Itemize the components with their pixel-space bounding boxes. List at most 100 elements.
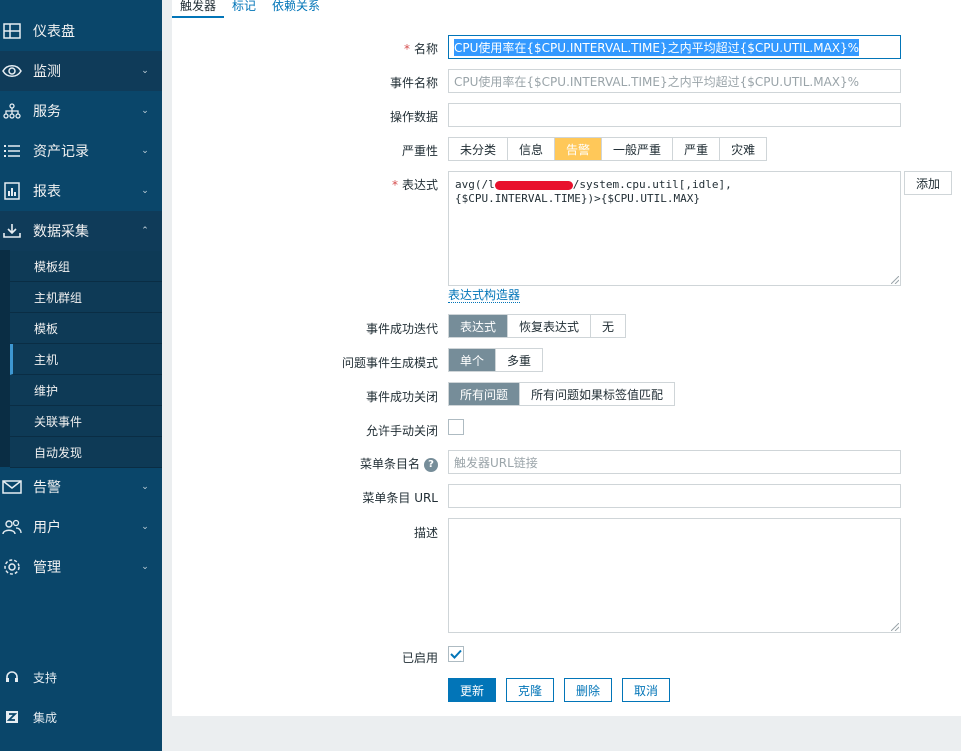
cancel-button[interactable]: 取消 xyxy=(622,678,670,702)
nav-alerts-label: 告警 xyxy=(33,480,61,496)
name-input[interactable]: CPU使用率在{$CPU.INTERVAL.TIME}之内平均超过{$CPU.U… xyxy=(448,35,901,59)
chevron-down-icon: ⌄ xyxy=(141,106,149,116)
submenu-template-groups[interactable]: 模板组 xyxy=(10,251,162,282)
clone-button[interactable]: 克隆 xyxy=(506,678,554,702)
eye-icon xyxy=(0,59,24,83)
operational-data-input[interactable] xyxy=(448,103,901,127)
problem-mode-label: 问题事件生成模式 xyxy=(341,356,438,370)
nav-administration[interactable]: 管理 ⌄ xyxy=(0,547,162,587)
tab-dependencies[interactable]: 依赖关系 xyxy=(264,0,328,18)
enabled-checkbox[interactable] xyxy=(448,646,464,662)
nav-users[interactable]: 用户 ⌄ xyxy=(0,507,162,547)
chevron-down-icon: ⌄ xyxy=(141,562,149,572)
menu-entry-url-input[interactable] xyxy=(448,484,901,508)
nav-inventory[interactable]: 资产记录 ⌄ xyxy=(0,131,162,171)
nav-support-label: 支持 xyxy=(33,670,58,685)
nav-integrations-label: 集成 xyxy=(33,710,58,725)
mail-icon xyxy=(0,475,24,499)
resize-grip-icon[interactable] xyxy=(891,276,899,284)
nav-integrations[interactable]: 集成 xyxy=(0,701,162,733)
problem-mode-single[interactable]: 单个 xyxy=(449,349,497,371)
chevron-up-icon: ⌃ xyxy=(141,226,149,236)
nav-data-collection-label: 数据采集 xyxy=(33,224,89,240)
add-expression-button[interactable]: 添加 xyxy=(904,171,952,195)
submenu-discovery[interactable]: 自动发现 xyxy=(10,437,162,468)
nav-monitoring[interactable]: 监测 ⌄ xyxy=(0,51,162,91)
menu-entry-name-label: 菜单条目名? xyxy=(360,455,438,472)
trigger-form-panel: 触发器 标记 依赖关系 * 名称 CPU使用率在{$CPU.INTERVAL.TI… xyxy=(172,0,961,716)
expression-line-2: {$CPU.INTERVAL.TIME})>{$CPU.UTIL.MAX} xyxy=(455,192,701,205)
ok-event-none[interactable]: 无 xyxy=(591,315,626,337)
problem-mode-multiple[interactable]: 多重 xyxy=(496,349,543,371)
services-icon xyxy=(0,99,24,123)
expression-line-1: avg(/l/system.cpu.util[,idle], xyxy=(455,178,732,191)
chevron-down-icon: ⌄ xyxy=(141,66,149,76)
severity-disaster[interactable]: 灾难 xyxy=(720,138,767,160)
severity-warning[interactable]: 告警 xyxy=(555,138,603,160)
nav-support[interactable]: 支持 xyxy=(0,661,162,693)
download-icon xyxy=(0,219,24,243)
severity-selector: 未分类 信息 告警 一般严重 严重 灾难 xyxy=(448,137,768,161)
ok-closes-selector: 所有问题 所有问题如果标签值匹配 xyxy=(448,382,676,406)
expression-textarea[interactable]: avg(/l/system.cpu.util[,idle], {$CPU.INT… xyxy=(448,171,901,286)
name-label: * 名称 xyxy=(403,42,438,56)
nav-monitoring-label: 监测 xyxy=(33,64,61,80)
severity-not-classified[interactable]: 未分类 xyxy=(449,138,509,160)
severity-average[interactable]: 一般严重 xyxy=(602,138,674,160)
event-name-input[interactable]: CPU使用率在{$CPU.INTERVAL.TIME}之内平均超过{$CPU.U… xyxy=(448,69,901,93)
submenu-hosts[interactable]: 主机 xyxy=(10,344,162,375)
submenu-maintenance[interactable]: 维护 xyxy=(10,375,162,406)
nav-reports[interactable]: 报表 ⌄ xyxy=(0,171,162,211)
dashboard-icon xyxy=(0,19,24,43)
sidebar: 仪表盘 监测 ⌄ 服务 ⌄ 资产记录 ⌄ 报表 ⌄ 数据采集 ⌃ 模板组 主机群… xyxy=(0,0,162,751)
menu-entry-name-input[interactable]: 触发器URL链接 xyxy=(448,450,901,474)
operational-data-label: 操作数据 xyxy=(389,110,438,124)
users-icon xyxy=(0,515,24,539)
chevron-down-icon: ⌄ xyxy=(141,522,149,532)
help-icon[interactable]: ? xyxy=(424,457,438,472)
chevron-down-icon: ⌄ xyxy=(141,146,149,156)
headset-icon xyxy=(0,665,24,689)
ok-closes-all-problems[interactable]: 所有问题 xyxy=(449,383,521,405)
nav-dashboard-label: 仪表盘 xyxy=(33,24,75,40)
severity-information[interactable]: 信息 xyxy=(508,138,556,160)
manual-close-label: 允许手动关闭 xyxy=(365,424,438,438)
gear-icon xyxy=(0,555,24,579)
update-button[interactable]: 更新 xyxy=(448,678,496,702)
ok-closes-label: 事件成功关闭 xyxy=(365,390,438,404)
nav-alerts[interactable]: 告警 ⌄ xyxy=(0,467,162,507)
tab-trigger[interactable]: 触发器 xyxy=(172,0,225,18)
ok-closes-tag-match[interactable]: 所有问题如果标签值匹配 xyxy=(520,383,675,405)
list-icon xyxy=(0,139,24,163)
submenu-event-correlation[interactable]: 关联事件 xyxy=(10,406,162,437)
submenu-templates[interactable]: 模板 xyxy=(10,313,162,344)
ok-event-generation-label: 事件成功迭代 xyxy=(365,322,438,336)
description-textarea[interactable] xyxy=(448,518,901,633)
expression-builder-link[interactable]: 表达式构造器 xyxy=(448,288,521,303)
event-name-label: 事件名称 xyxy=(389,76,438,90)
ok-event-generation-selector: 表达式 恢复表达式 无 xyxy=(448,314,627,338)
nav-reports-label: 报表 xyxy=(33,184,61,200)
delete-button[interactable]: 删除 xyxy=(564,678,612,702)
nav-services-label: 服务 xyxy=(33,104,61,120)
submenu-rail xyxy=(0,250,10,467)
nav-services[interactable]: 服务 ⌄ xyxy=(0,91,162,131)
redaction-mark xyxy=(494,180,573,190)
report-icon xyxy=(0,179,24,203)
resize-grip-icon[interactable] xyxy=(891,623,899,631)
submenu-host-groups[interactable]: 主机群组 xyxy=(10,282,162,313)
tab-bar: 触发器 标记 依赖关系 xyxy=(172,0,328,18)
nav-dashboard[interactable]: 仪表盘 xyxy=(0,11,162,51)
ok-event-expression[interactable]: 表达式 xyxy=(449,315,509,337)
tab-tags[interactable]: 标记 xyxy=(224,0,264,18)
menu-entry-url-label: 菜单条目 URL xyxy=(362,491,438,505)
nav-administration-label: 管理 xyxy=(33,560,61,576)
required-asterisk: * xyxy=(403,42,410,56)
severity-high[interactable]: 严重 xyxy=(673,138,721,160)
chevron-down-icon: ⌄ xyxy=(141,186,149,196)
zabbix-icon xyxy=(0,705,24,729)
ok-event-recovery-expression[interactable]: 恢复表达式 xyxy=(508,315,592,337)
manual-close-checkbox[interactable] xyxy=(448,419,464,435)
enabled-label: 已启用 xyxy=(401,651,438,665)
nav-data-collection[interactable]: 数据采集 ⌃ xyxy=(0,211,162,251)
